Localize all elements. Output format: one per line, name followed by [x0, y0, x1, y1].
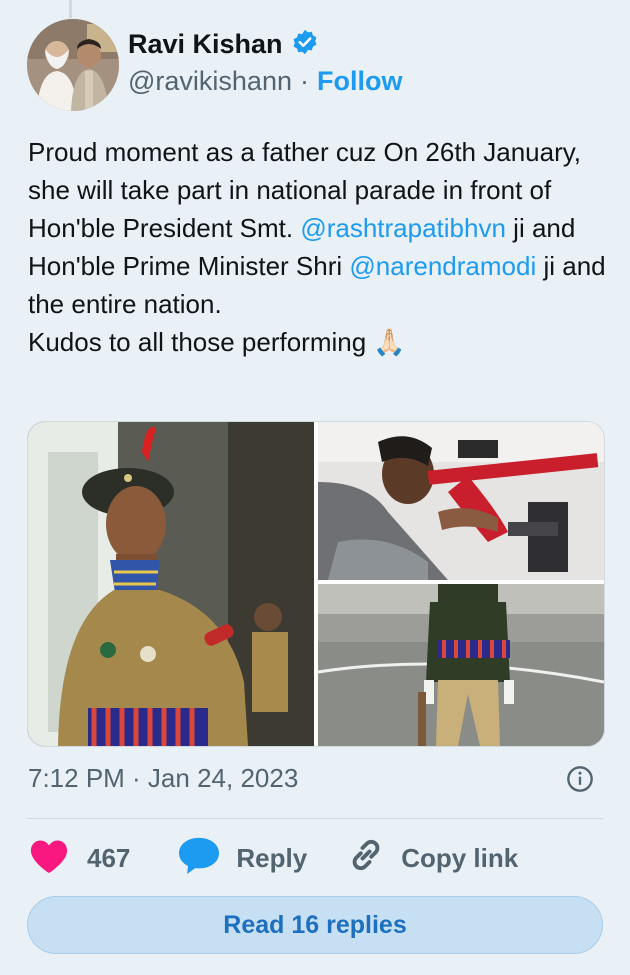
follow-button[interactable]: Follow: [317, 66, 402, 97]
mention-link[interactable]: @rashtrapatibhvn: [300, 213, 506, 243]
reply-bubble-icon: [176, 835, 222, 882]
like-count: 467: [87, 842, 131, 873]
reply-label: Reply: [236, 842, 308, 873]
author-display-name[interactable]: Ravi Kishan: [128, 29, 283, 60]
divider: [27, 818, 603, 819]
media-photo-shooting[interactable]: [318, 422, 604, 580]
link-icon: [345, 834, 387, 883]
tweet-paragraph: Kudos to all those performing 🙏🏻: [28, 323, 608, 361]
tweet-media-grid[interactable]: [27, 421, 605, 747]
author-name-row: Ravi Kishan: [128, 28, 319, 61]
author-handle[interactable]: @ravikishann: [128, 66, 292, 97]
separator-dot: ·: [299, 66, 309, 96]
read-replies-button[interactable]: Read 16 replies: [27, 896, 603, 954]
tweet-timestamp[interactable]: 7:12 PM · Jan 24, 2023: [28, 763, 298, 794]
reply-button[interactable]: Reply: [176, 835, 307, 882]
copy-link-label: Copy link: [401, 842, 519, 873]
mention-link[interactable]: @narendramodi: [349, 251, 536, 281]
tweet-actions: 467 Reply Copy link: [27, 834, 603, 882]
like-button[interactable]: 467: [27, 836, 130, 881]
media-photo-parade[interactable]: [317, 584, 604, 746]
verified-badge-icon: [291, 28, 319, 61]
tweet-text: Proud moment as a father cuz On 26th Jan…: [28, 133, 608, 361]
thread-line: [69, 0, 72, 18]
avatar[interactable]: [27, 19, 119, 111]
author-handle-row: @ravikishann · Follow: [128, 66, 402, 97]
heart-icon: [27, 836, 71, 881]
copy-link-button[interactable]: Copy link: [345, 834, 518, 883]
media-photo-cadet[interactable]: [28, 422, 314, 746]
tweet-card: Ravi Kishan @ravikishann · Follow Proud …: [0, 0, 630, 975]
tweet-paragraph: Proud moment as a father cuz On 26th Jan…: [28, 133, 608, 323]
read-replies-label: Read 16 replies: [223, 910, 407, 939]
info-icon[interactable]: [566, 765, 594, 798]
tweet-text-segment: Kudos to all those performing 🙏🏻: [28, 327, 406, 357]
